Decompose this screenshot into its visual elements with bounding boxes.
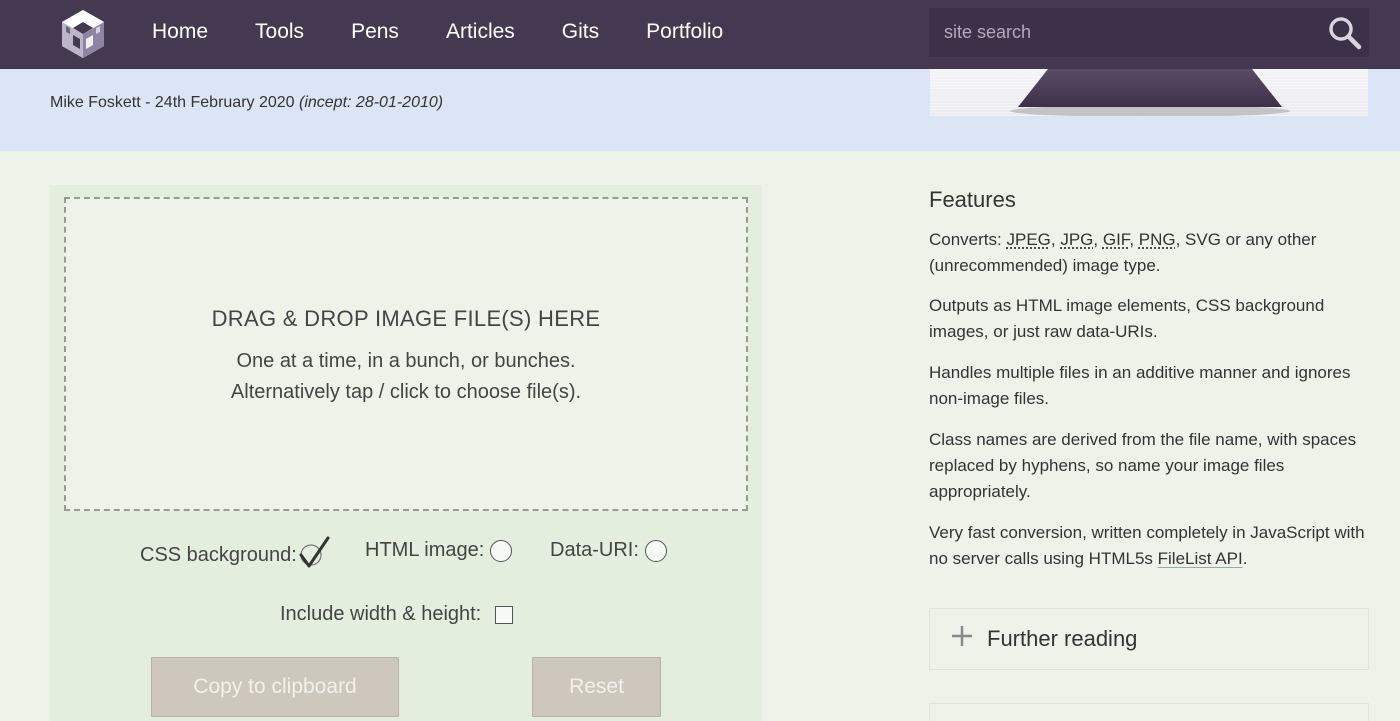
include-dimensions-checkbox[interactable] <box>495 605 514 624</box>
data-uri-radio[interactable] <box>644 539 667 562</box>
nav-links: Home Tools Pens Articles Gits Portfolio <box>152 0 770 64</box>
css-background-label: CSS background: <box>140 543 297 566</box>
incept-date: (incept: 28-01-2010) <box>299 94 444 111</box>
png-abbr: PNG <box>1138 230 1176 249</box>
filelist-api-link[interactable]: FileList API <box>1158 549 1243 568</box>
search-icon[interactable] <box>1327 15 1363 51</box>
nav-portfolio-link[interactable]: Portfolio <box>646 20 723 44</box>
cube-logo-icon[interactable] <box>58 8 108 60</box>
top-nav: Home Tools Pens Articles Gits Portfolio <box>0 0 1400 69</box>
next-accordion-item[interactable] <box>929 703 1369 721</box>
data-uri-label: Data-URI: <box>550 539 639 561</box>
jpeg-abbr: JPEG <box>1006 230 1051 249</box>
copy-to-clipboard-button[interactable]: Copy to clipboard <box>151 657 399 717</box>
separator: , <box>1129 230 1139 249</box>
reset-button[interactable]: Reset <box>532 657 661 717</box>
converter-panel: DRAG & DROP IMAGE FILE(S) HERE One at a … <box>50 185 762 721</box>
further-reading-label: Further reading <box>987 626 1138 651</box>
search-input[interactable] <box>929 8 1319 57</box>
converts-prefix: Converts: <box>929 230 1007 249</box>
period: . <box>1242 549 1248 568</box>
feature-fast-conversion: Very fast conversion, written completely… <box>929 520 1369 572</box>
dropzone-title: DRAG & DROP IMAGE FILE(S) HERE <box>211 306 601 331</box>
nav-home-link[interactable]: Home <box>152 20 208 44</box>
byline: Mike Foskett - 24th February 2020 (incep… <box>50 94 443 112</box>
html-image-label: HTML image: <box>365 539 485 561</box>
jpg-abbr: JPG <box>1060 230 1094 249</box>
nav-gits-link[interactable]: Gits <box>562 20 599 44</box>
dropzone-hint-2: Alternatively tap / click to choose file… <box>230 381 582 403</box>
trapezoid-shape-icon <box>1010 69 1290 116</box>
header-illustration <box>930 69 1368 116</box>
include-dimensions-option[interactable]: Include width & height: <box>280 603 514 626</box>
css-background-option[interactable]: CSS background: <box>140 536 331 571</box>
site-search <box>929 8 1369 57</box>
further-reading-toggle[interactable]: Further reading <box>929 608 1369 670</box>
dropzone-hint-1: One at a time, in a bunch, or bunches. <box>236 350 576 372</box>
checkmark-icon[interactable] <box>297 535 331 571</box>
feature-converts: Converts: JPEG, JPG, GIF, PNG, SVG or an… <box>929 227 1369 279</box>
nav-pens-link[interactable]: Pens <box>351 20 399 44</box>
gif-abbr: GIF <box>1102 230 1130 249</box>
fast-conversion-text: Very fast conversion, written completely… <box>929 523 1365 568</box>
image-dropzone[interactable]: DRAG & DROP IMAGE FILE(S) HERE One at a … <box>64 197 748 511</box>
author-date: Mike Foskett - 24th February 2020 <box>50 94 299 111</box>
feature-class-names: Class names are derived from the file na… <box>929 430 1357 501</box>
output-options: CSS background: HTML image: Data-URI: <box>50 536 762 571</box>
data-uri-option[interactable]: Data-URI: <box>550 539 667 562</box>
features-heading: Features <box>929 187 1016 212</box>
nav-articles-link[interactable]: Articles <box>446 20 515 44</box>
nav-tools-link[interactable]: Tools <box>255 20 304 44</box>
feature-outputs: Outputs as HTML image elements, CSS back… <box>929 296 1325 341</box>
plus-icon <box>952 626 972 646</box>
html-image-radio[interactable] <box>490 539 513 562</box>
separator: , <box>1050 230 1061 249</box>
article-header: Mike Foskett - 24th February 2020 (incep… <box>0 69 1400 151</box>
feature-multiple-files: Handles multiple files in an additive ma… <box>929 363 1351 408</box>
include-dimensions-label: Include width & height: <box>280 603 482 625</box>
separator: , <box>1093 230 1103 249</box>
html-image-option[interactable]: HTML image: <box>365 539 513 562</box>
